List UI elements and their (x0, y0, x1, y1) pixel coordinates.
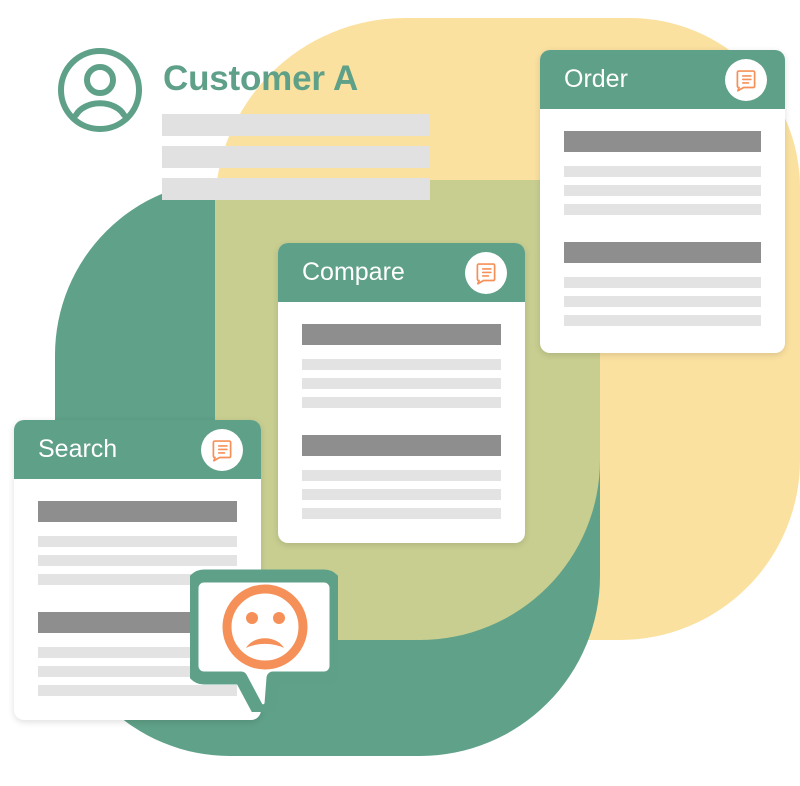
header-placeholder-bar (162, 114, 430, 136)
card-order[interactable]: Order (540, 50, 785, 353)
card-search-header: Search (14, 420, 261, 479)
header-placeholder-bar (162, 146, 430, 168)
content-bar-strong (38, 501, 237, 522)
content-bar-light (302, 470, 501, 481)
card-search-title: Search (38, 435, 118, 463)
content-bar-light (302, 397, 501, 408)
content-bar-light (564, 204, 761, 215)
card-compare-header: Compare (278, 243, 525, 302)
card-compare-body (278, 302, 525, 543)
content-bar-light (564, 315, 761, 326)
card-compare[interactable]: Compare (278, 243, 525, 543)
document-note-icon (725, 58, 767, 101)
header-placeholder-bar (162, 178, 430, 200)
illustration-canvas: Customer A Order Compare Search (0, 0, 800, 786)
content-bar-light (302, 508, 501, 519)
document-note-icon (201, 428, 243, 471)
content-bar-strong (302, 324, 501, 345)
content-bar-light (302, 489, 501, 500)
content-bar-light (38, 536, 237, 547)
content-bar-light (564, 166, 761, 177)
content-bar-light (564, 277, 761, 288)
content-bar-strong (564, 242, 761, 263)
speech-bubble-icon[interactable] (185, 564, 343, 718)
user-avatar-icon (55, 45, 145, 135)
content-bar-light (302, 378, 501, 389)
document-note-icon (465, 251, 507, 294)
card-compare-title: Compare (302, 258, 405, 286)
content-bar-light (564, 296, 761, 307)
content-bar-strong (302, 435, 501, 456)
content-bar-light (302, 359, 501, 370)
card-order-title: Order (564, 65, 628, 93)
page-title: Customer A (163, 59, 359, 98)
content-bar-light (564, 185, 761, 196)
card-order-header: Order (540, 50, 785, 109)
content-bar-strong (564, 131, 761, 152)
card-order-body (540, 109, 785, 353)
